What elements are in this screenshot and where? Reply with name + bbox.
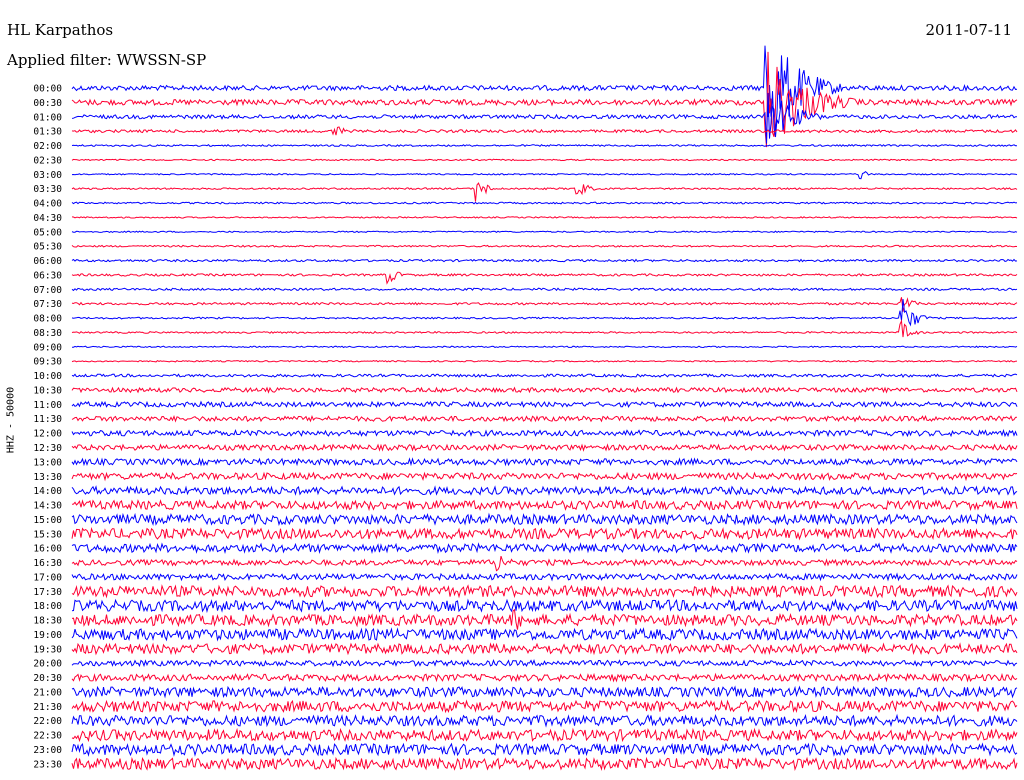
row-time-label: 05:30: [33, 242, 62, 253]
trace-row: [71, 627, 1018, 642]
row-time-label: 20:00: [33, 659, 62, 670]
trace-row: [71, 512, 1018, 527]
row-time-label: 16:30: [33, 558, 62, 569]
row-time-label: 06:30: [33, 270, 62, 281]
row-time-label: 19:30: [33, 644, 62, 655]
trace-row: [71, 400, 1018, 409]
trace-row: [71, 727, 1018, 743]
trace-row: [71, 319, 1018, 338]
trace-row: [71, 471, 1018, 482]
trace-row: [71, 428, 1018, 438]
trace-row: [71, 51, 1018, 148]
row-time-label: 22:00: [33, 716, 62, 727]
row-time-label: 14:00: [33, 486, 62, 497]
trace-row: [71, 126, 1018, 136]
trace-group: [71, 45, 1018, 771]
row-time-label: 23:00: [33, 745, 62, 756]
row-time-label: 21:30: [33, 702, 62, 713]
trace-row: [71, 287, 1018, 292]
trace-row: [71, 258, 1018, 263]
trace-row: [71, 170, 1018, 180]
row-time-label: 04:30: [33, 213, 62, 224]
trace-row: [71, 642, 1018, 656]
trace-row: [71, 672, 1018, 683]
trace-row: [71, 182, 1018, 202]
row-time-label: 13:00: [33, 457, 62, 468]
trace-row: [71, 345, 1018, 349]
row-time-label: 00:00: [33, 84, 62, 95]
trace-row: [71, 216, 1018, 219]
trace-row: [71, 685, 1018, 699]
trace-row: [71, 659, 1018, 668]
trace-row: [71, 608, 1018, 630]
row-time-label: 15:30: [33, 529, 62, 540]
row-time-label: 11:30: [33, 414, 62, 425]
row-time-label: 12:30: [33, 443, 62, 454]
row-time-label: 08:00: [33, 314, 62, 325]
row-time-label: 07:30: [33, 299, 62, 310]
trace-row: [71, 144, 1017, 148]
trace-row: [71, 713, 1018, 728]
trace-row: [71, 230, 1018, 234]
row-time-label: 06:00: [33, 256, 62, 267]
row-time-label: 08:30: [33, 328, 62, 339]
trace-row: [71, 297, 1018, 312]
row-time-label: 03:00: [33, 170, 62, 181]
row-time-label: 16:00: [33, 544, 62, 555]
trace-row: [71, 542, 1018, 555]
trace-row: [71, 201, 1018, 205]
row-time-label: 01:30: [33, 127, 62, 138]
trace-row: [71, 359, 1018, 363]
row-time-label: 17:30: [33, 587, 62, 598]
row-time-label: 04:00: [33, 199, 62, 210]
row-time-label: 19:00: [33, 630, 62, 641]
trace-row: [71, 699, 1018, 714]
row-time-label: 09:30: [33, 357, 62, 368]
trace-row: [71, 373, 1018, 378]
trace-row: [71, 158, 1018, 162]
row-time-label: 10:30: [33, 385, 62, 396]
trace-row: [71, 584, 1018, 599]
trace-row: [71, 598, 1018, 614]
trace-row: [71, 414, 1018, 423]
trace-row: [71, 526, 1018, 541]
row-time-label: 10:00: [33, 371, 62, 382]
row-time-label: 22:30: [33, 731, 62, 742]
trace-row: [71, 498, 1018, 512]
trace-row: [71, 271, 1018, 285]
row-time-label: 01:00: [33, 112, 62, 123]
trace-row: [71, 555, 1018, 572]
row-time-label: 13:30: [33, 472, 62, 483]
row-time-label: 18:00: [33, 601, 62, 612]
row-time-label: 23:30: [33, 759, 62, 770]
seismogram-figure: HL Karpathos Applied filter: WWSSN-SP 20…: [0, 0, 1024, 780]
row-time-label: 00:30: [33, 98, 62, 109]
row-time-label: 20:30: [33, 673, 62, 684]
row-time-label: 02:00: [33, 141, 62, 152]
row-time-label: 21:00: [33, 687, 62, 698]
trace-row: [71, 91, 1018, 144]
trace-row: [71, 485, 1018, 497]
row-time-label: 17:00: [33, 572, 62, 583]
row-time-label: 14:30: [33, 501, 62, 512]
row-time-label: 09:00: [33, 342, 62, 353]
row-time-label: 02:30: [33, 155, 62, 166]
row-time-label: 11:00: [33, 400, 62, 411]
trace-row: [71, 756, 1018, 771]
trace-row: [71, 742, 1018, 757]
row-label-group: 00:00 00:30 01:00 01:30 02:00 02:30 03:00 03:30…: [33, 84, 62, 771]
row-time-label: 18:30: [33, 616, 62, 627]
helicorder-plot: 00:00 00:30 01:00 01:30 02:00 02:30 03:00 03:30…: [33, 45, 1018, 771]
trace-row: [71, 457, 1018, 467]
row-time-label: 15:00: [33, 515, 62, 526]
trace-row: [71, 572, 1018, 582]
row-time-label: 12:00: [33, 429, 62, 440]
row-time-label: 07:00: [33, 285, 62, 296]
trace-row: [71, 443, 1018, 452]
row-time-label: 05:00: [33, 227, 62, 238]
trace-row: [71, 244, 1018, 248]
row-time-label: 03:30: [33, 184, 62, 195]
trace-row: [71, 386, 1018, 394]
